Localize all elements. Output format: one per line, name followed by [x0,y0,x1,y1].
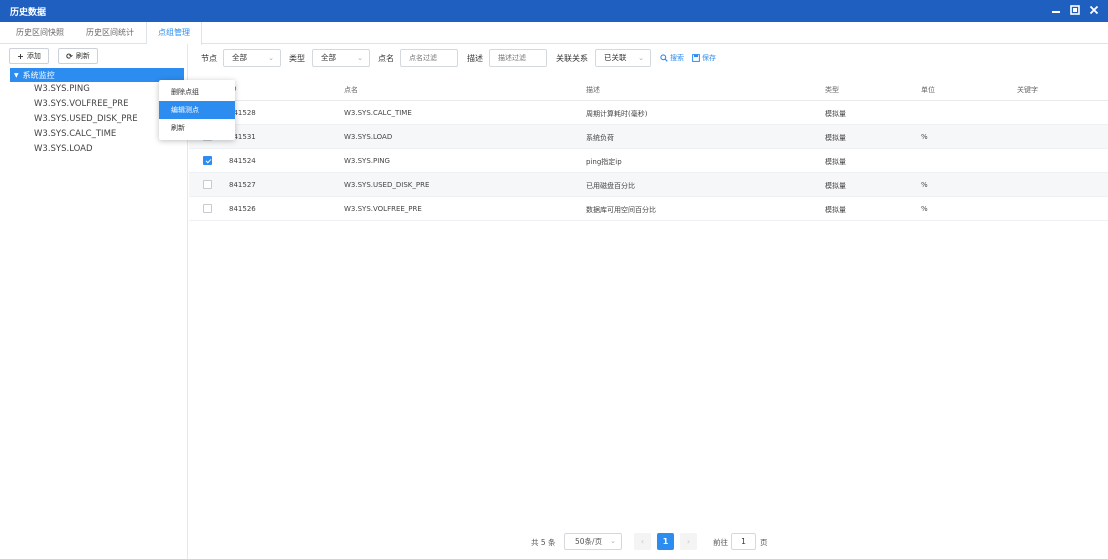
minimize-icon[interactable] [1050,3,1062,17]
header-keyword: 关键字 [1017,86,1038,94]
cell-name: W3.SYS.LOAD [344,133,393,141]
row-checkbox[interactable] [203,204,212,213]
type-filter-label: 类型 [289,54,305,63]
table-row[interactable]: 841524 W3.SYS.PING ping指定ip 模拟量 [189,149,1108,173]
header-unit: 单位 [921,86,935,94]
cell-name: W3.SYS.USED_DISK_PRE [344,181,430,189]
window-title: 历史数据 [10,8,47,18]
refresh-button-label: 刷新 [75,52,90,60]
type-select-value: 全部 [321,53,336,62]
close-icon[interactable] [1088,3,1100,17]
tree-root-label: 系统监控 [22,70,55,80]
cell-id: 841526 [229,205,256,213]
header-desc: 描述 [586,86,600,94]
type-select[interactable]: 全部 ⌄ [312,49,370,67]
cell-name: W3.SYS.CALC_TIME [344,109,412,117]
table-row[interactable]: 841527 W3.SYS.USED_DISK_PRE 已用磁盘百分比 模拟量 … [189,173,1108,197]
title-bar: 历史数据 [0,0,1108,22]
prev-page-button[interactable]: ‹ [634,533,651,550]
cell-type: 模拟量 [825,182,846,190]
cell-id: 841524 [229,157,256,165]
tab-point-group-management[interactable]: 点组管理 [146,22,202,45]
node-select[interactable]: 全部 ⌄ [223,49,281,67]
header-name: 点名 [344,86,358,94]
cell-desc: 数据库可用空间百分比 [586,206,656,214]
header-type: 类型 [825,86,839,94]
pagination-total: 共 5 条 [531,538,556,547]
row-checkbox[interactable] [203,156,212,165]
goto-page-input[interactable]: 1 [731,533,756,550]
cell-id: 841527 [229,181,256,189]
cell-unit: % [921,205,928,213]
cell-desc: 系统负荷 [586,134,614,142]
save-icon [692,54,700,62]
pagination: 共 5 条 50条/页 ⌄ ‹ 1 › 前往 1 页 [0,533,1108,551]
table-row[interactable]: 841526 W3.SYS.VOLFREE_PRE 数据库可用空间百分比 模拟量… [189,197,1108,221]
context-menu: 删除点组 编辑测点 刷新 [159,80,235,140]
cell-unit: % [921,181,928,189]
next-page-button[interactable]: › [680,533,697,550]
page-suffix: 页 [760,538,768,547]
refresh-button[interactable]: ⟳ 刷新 [58,48,98,64]
name-filter-input[interactable] [400,49,458,67]
menu-item-edit-points[interactable]: 编辑测点 [159,101,235,119]
node-filter-label: 节点 [201,54,217,63]
page-size-select[interactable]: 50条/页 ⌄ [564,533,622,550]
current-page-button[interactable]: 1 [657,533,674,550]
tree-item[interactable]: W3.SYS.LOAD [34,144,93,154]
chevron-down-icon: ⌄ [638,54,644,62]
tab-history-statistics[interactable]: 历史区间统计 [76,22,144,44]
chevron-down-icon: ⌄ [610,537,616,545]
relation-select-value: 已关联 [604,53,627,62]
cell-type: 模拟量 [825,206,846,214]
filter-bar: 节点 全部 ⌄ 类型 全部 ⌄ 点名 描述 关联关系 已关联 ⌄ 搜索 保存 [189,44,1108,72]
cell-desc: 已用磁盘百分比 [586,182,635,190]
desc-filter-input[interactable] [489,49,547,67]
tab-history-snapshot[interactable]: 历史区间快照 [6,22,74,44]
search-button-label: 搜索 [670,54,684,62]
relation-filter-label: 关联关系 [556,54,588,63]
cell-name: W3.SYS.VOLFREE_PRE [344,205,422,213]
cell-desc: 周期计算耗时(毫秒) [586,110,648,118]
table-row[interactable]: 841528 W3.SYS.CALC_TIME 周期计算耗时(毫秒) 模拟量 [189,101,1108,125]
cell-name: W3.SYS.PING [344,157,390,165]
search-button[interactable]: 搜索 [660,53,684,63]
plus-icon: + [17,51,24,61]
cell-desc: ping指定ip [586,158,622,166]
goto-label: 前往 [713,538,728,547]
save-button-label: 保存 [702,54,716,62]
tree-item[interactable]: W3.SYS.VOLFREE_PRE [34,99,128,109]
tab-bar: 历史区间快照 历史区间统计 点组管理 [0,22,1108,45]
caret-down-icon[interactable]: ▼ [14,72,19,79]
tree-root-system-monitor[interactable]: ▼ 系统监控 [10,68,184,82]
page-size-value: 50条/页 [575,537,603,546]
relation-select[interactable]: 已关联 ⌄ [595,49,651,67]
cell-type: 模拟量 [825,134,846,142]
chevron-down-icon: ⌄ [357,54,363,62]
name-filter-label: 点名 [378,54,394,63]
tree-item[interactable]: W3.SYS.USED_DISK_PRE [34,114,138,124]
save-button[interactable]: 保存 [692,53,716,63]
cell-type: 模拟量 [825,158,846,166]
refresh-icon: ⟳ [66,51,73,61]
window-controls [1050,3,1100,17]
table-row[interactable]: 841531 W3.SYS.LOAD 系统负荷 模拟量 % [189,125,1108,149]
chevron-left-icon: ‹ [640,537,645,546]
table-header: ID 点名 描述 类型 单位 关键字 [189,77,1108,101]
chevron-right-icon: › [686,537,691,546]
search-icon [660,54,668,62]
add-button[interactable]: + 添加 [9,48,49,64]
menu-item-delete-group[interactable]: 删除点组 [159,83,235,101]
cell-type: 模拟量 [825,110,846,118]
node-select-value: 全部 [232,53,247,62]
maximize-icon[interactable] [1069,3,1081,17]
cell-unit: % [921,133,928,141]
menu-item-refresh[interactable]: 刷新 [159,119,235,137]
add-button-label: 添加 [26,52,41,60]
tree-item[interactable]: W3.SYS.CALC_TIME [34,129,116,139]
desc-filter-label: 描述 [467,54,483,63]
chevron-down-icon: ⌄ [268,54,274,62]
row-checkbox[interactable] [203,180,212,189]
tree-item[interactable]: W3.SYS.PING [34,84,90,94]
